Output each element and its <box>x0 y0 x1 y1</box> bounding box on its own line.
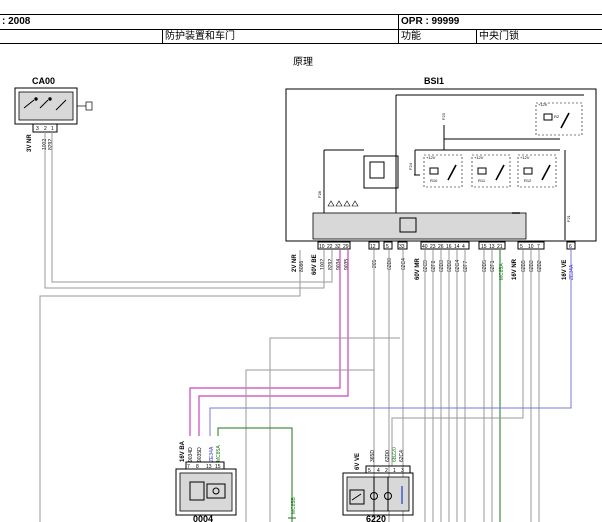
bsi1-c-pin-26: 26 <box>438 244 444 250</box>
c6220-wire-62c4: 62C4 <box>399 450 405 462</box>
bsi1-d-pin-13: 13 <box>489 244 495 250</box>
bsi1-wire-62d5: 62D5 <box>482 260 488 272</box>
bsi1-wire-62b2: 62B2 <box>537 260 543 272</box>
wiring-diagram: .w { stroke:#9a9a9a; stroke-width:1; fil… <box>14 76 597 522</box>
bsi1-wire-62f7: 62F7 <box>463 260 469 272</box>
bsi1-wire-1002: 1002 <box>320 259 326 270</box>
bsi1-d-pin-15: 15 <box>481 244 487 250</box>
bsi1-relay-r10: R10 <box>430 178 438 183</box>
bsi1-wire-62f8: 62F8 <box>431 260 437 272</box>
bsi1-wire-62b9: 62B9 <box>521 260 527 272</box>
bsi1-conn-f-label: 16V VE <box>562 260 568 280</box>
bsi1-inner-module <box>312 212 527 240</box>
bsi1-conn-e-label: 16V NR <box>512 258 518 280</box>
bsi1-supply-2: +12V <box>474 155 484 160</box>
bsi1-wire-62d0: 62D0 <box>387 258 393 270</box>
wire-1002 <box>44 132 325 289</box>
bsi1-wire-62d3: 62D3 <box>439 260 445 272</box>
c6220-component: 6V VE 365D 62D0 6BZ20 62C4 5 4 2 1 3 622… <box>342 447 414 522</box>
bsi1-name: BSI1 <box>424 76 444 86</box>
bsi1-b-pin-10: 10 <box>319 244 325 250</box>
ground-wire-mc85b: MC85B <box>291 497 297 514</box>
bsi1-wire-62c4: 62C4 <box>401 258 407 270</box>
bsi1-c-pin-23: 23 <box>430 244 436 250</box>
c6220-wire-62d0: 62D0 <box>385 450 391 462</box>
bsi1-b-pin-32: 32 <box>335 244 341 250</box>
bsi1-wire-9034: 9034 <box>336 259 342 270</box>
ca00-name: CA00 <box>32 76 55 86</box>
wire-8292 <box>51 132 333 283</box>
bsi1-b-pin-22: 22 <box>327 244 333 250</box>
ca00-antenna-icon <box>77 101 93 111</box>
bsi1-relay-box-r2 <box>535 102 583 136</box>
bsi1-c-pin-40: 40 <box>422 244 428 250</box>
bsi1-b-pin-29: 29 <box>343 244 349 250</box>
bsi1-conn-a-label: 2V NR <box>292 254 298 272</box>
c0004-name: 0004 <box>193 514 213 522</box>
bsi1-e-pin-7: 7 <box>537 244 540 250</box>
c6220-wire-6bz20: 6BZ20 <box>392 447 398 462</box>
ca00-pin-3: 3 <box>36 126 39 132</box>
bsi1-conn-b-label: 60V BE <box>312 254 318 275</box>
bsi1-conn-c-label: 60V MR <box>415 258 421 280</box>
c6220-name: 6220 <box>366 514 386 522</box>
wires <box>39 132 572 522</box>
c6220-body <box>346 476 410 512</box>
bsi1-wire-ze34a: ZE34A <box>569 264 575 280</box>
c0004-component: 16V BA 9034D 9035D ZE34A MC85A 7 8 13 15… <box>175 440 237 522</box>
bsi1-f-pin-6: 6 <box>569 244 572 250</box>
c0004-connector-label: 16V BA <box>180 440 186 462</box>
ca00-connector-label: 3V NR <box>27 134 33 152</box>
bsi1-pin-5: 5 <box>386 244 389 250</box>
c0004-wire-mc85a: MC85A <box>216 445 222 462</box>
bsi1-wire-62d2: 62D2 <box>447 260 453 272</box>
wire-8086 <box>39 250 301 522</box>
ca00-pin-2: 2 <box>44 126 47 132</box>
bsi1-module-a <box>363 155 399 189</box>
bsi1-fuse-f24: F24 <box>408 162 413 170</box>
bsi1-wire-62b3: 62B3 <box>529 260 535 272</box>
c0004-wire-9035d: 9035D <box>197 447 203 462</box>
bsi1-supply-4: +12V <box>538 102 548 107</box>
bsi1-fuse-f21: F21 <box>566 214 571 222</box>
bsi1-c-pin-4: 4 <box>462 244 465 250</box>
bsi1-fuse-f28: F28 <box>317 190 322 198</box>
c6220-wire-365d: 365D <box>370 450 376 462</box>
bsi1-c-pin-14: 14 <box>454 244 460 250</box>
bsi1-fuse-f23: F23 <box>441 112 446 120</box>
bsi1-wire-8292: 8292 <box>328 259 334 270</box>
bsi1-d-pin-21: 21 <box>497 244 503 250</box>
ca00-pin-1: 1 <box>51 126 54 132</box>
bsi1-e-pin-5: 5 <box>520 244 523 250</box>
c0004-body <box>179 472 233 512</box>
bsi1-wire-62f1: 62F1 <box>490 260 496 272</box>
bsi1-wire-62g4: 62G4 <box>455 260 461 272</box>
bsi1-c-pin-16: 16 <box>446 244 452 250</box>
bsi1-supply-1: +12V <box>426 155 436 160</box>
c0004-wire-ze34a: ZE34A <box>209 446 215 462</box>
bsi1-component: BSI1 +12V +12V +12V +12V R10 R11 R12 R2 … <box>285 76 597 242</box>
bsi1-e-pin-10: 10 <box>528 244 534 250</box>
bsi1-pin-12: 12 <box>370 244 376 250</box>
bsi1-relay-r12: R12 <box>524 178 532 183</box>
bsi1-pin-33: 33 <box>399 244 405 250</box>
bsi1-supply-3: +12V <box>520 155 530 160</box>
bsi1-wire-265: 265 <box>372 259 378 268</box>
bsi1-wire-9035: 9035 <box>344 259 350 270</box>
bsi1-wire-62c9: 62C9 <box>423 260 429 272</box>
ca00-component: CA00 3 2 1 3V NR 1002 8292 <box>14 76 93 152</box>
bsi1-relay-r2: R2 <box>554 114 560 119</box>
c0004-wire-9034d: 9034D <box>188 447 194 462</box>
bsi1-relay-r11: R11 <box>478 178 486 183</box>
ca00-wire-8292: 8292 <box>48 139 54 150</box>
c6220-connector-label: 6V VE <box>355 453 361 470</box>
